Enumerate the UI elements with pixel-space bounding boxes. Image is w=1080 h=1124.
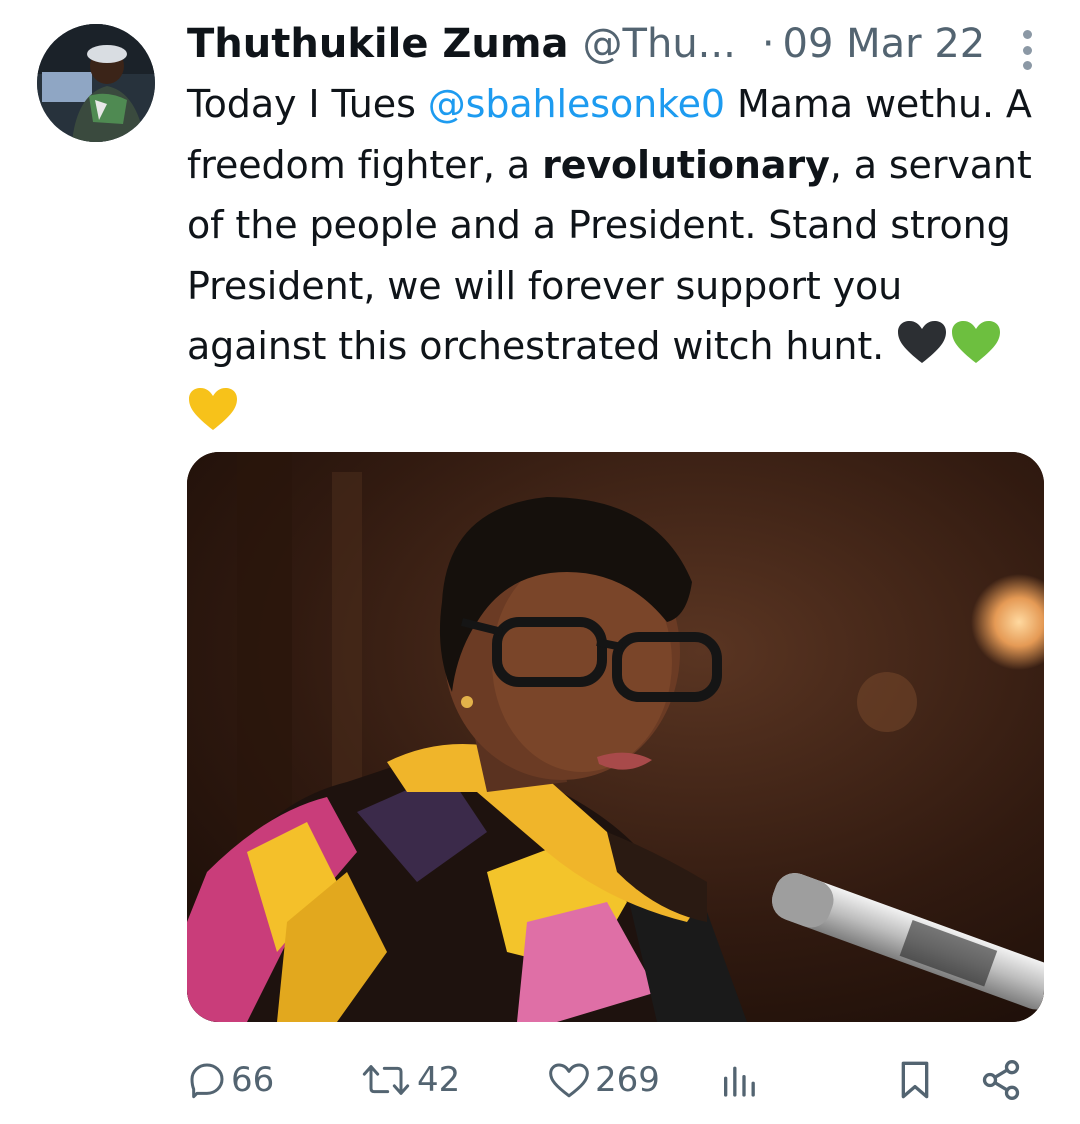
analytics-icon bbox=[724, 1066, 755, 1097]
author-avatar[interactable] bbox=[37, 24, 155, 142]
reply-count: 66 bbox=[231, 1060, 275, 1100]
more-options-icon[interactable] bbox=[1014, 30, 1040, 70]
share-icon bbox=[982, 1060, 1020, 1100]
share-button[interactable] bbox=[979, 1048, 1023, 1112]
author-display-name[interactable]: Thuthukile Zuma bbox=[187, 21, 569, 67]
heart-outline-icon bbox=[549, 1063, 589, 1098]
green-heart-icon bbox=[950, 319, 1002, 383]
retweet-button[interactable]: 42 bbox=[359, 1048, 460, 1112]
tweet-date[interactable]: 09 Mar 22 bbox=[783, 21, 986, 67]
separator-dot: · bbox=[761, 21, 775, 67]
like-button[interactable]: 269 bbox=[547, 1048, 660, 1112]
yellow-heart-icon bbox=[187, 386, 239, 450]
tweet-action-bar: 66 42 269 bbox=[187, 1048, 1044, 1112]
views-button[interactable] bbox=[719, 1048, 759, 1112]
tweet-text-bold: revolutionary bbox=[542, 142, 830, 187]
retweet-count: 42 bbox=[417, 1060, 461, 1100]
bookmark-icon bbox=[901, 1061, 929, 1099]
reply-button[interactable]: 66 bbox=[187, 1048, 274, 1112]
retweet-icon bbox=[362, 1065, 410, 1095]
tweet-text-part: Today I Tues bbox=[187, 82, 428, 126]
black-heart-icon bbox=[896, 319, 948, 383]
bookmark-button[interactable] bbox=[895, 1048, 935, 1112]
tweet-text: Today I Tues @sbahlesonke0 Mama wethu. A… bbox=[187, 74, 1047, 449]
tweet-media-photo[interactable] bbox=[187, 452, 1044, 1022]
reply-icon bbox=[190, 1063, 224, 1099]
mention-link[interactable]: @sbahlesonke0 bbox=[428, 82, 725, 126]
like-count: 269 bbox=[595, 1060, 660, 1100]
tweet-header: Thuthukile Zuma @Thu... · 09 Mar 22 bbox=[187, 18, 1060, 70]
author-handle[interactable]: @Thu... bbox=[583, 21, 736, 67]
